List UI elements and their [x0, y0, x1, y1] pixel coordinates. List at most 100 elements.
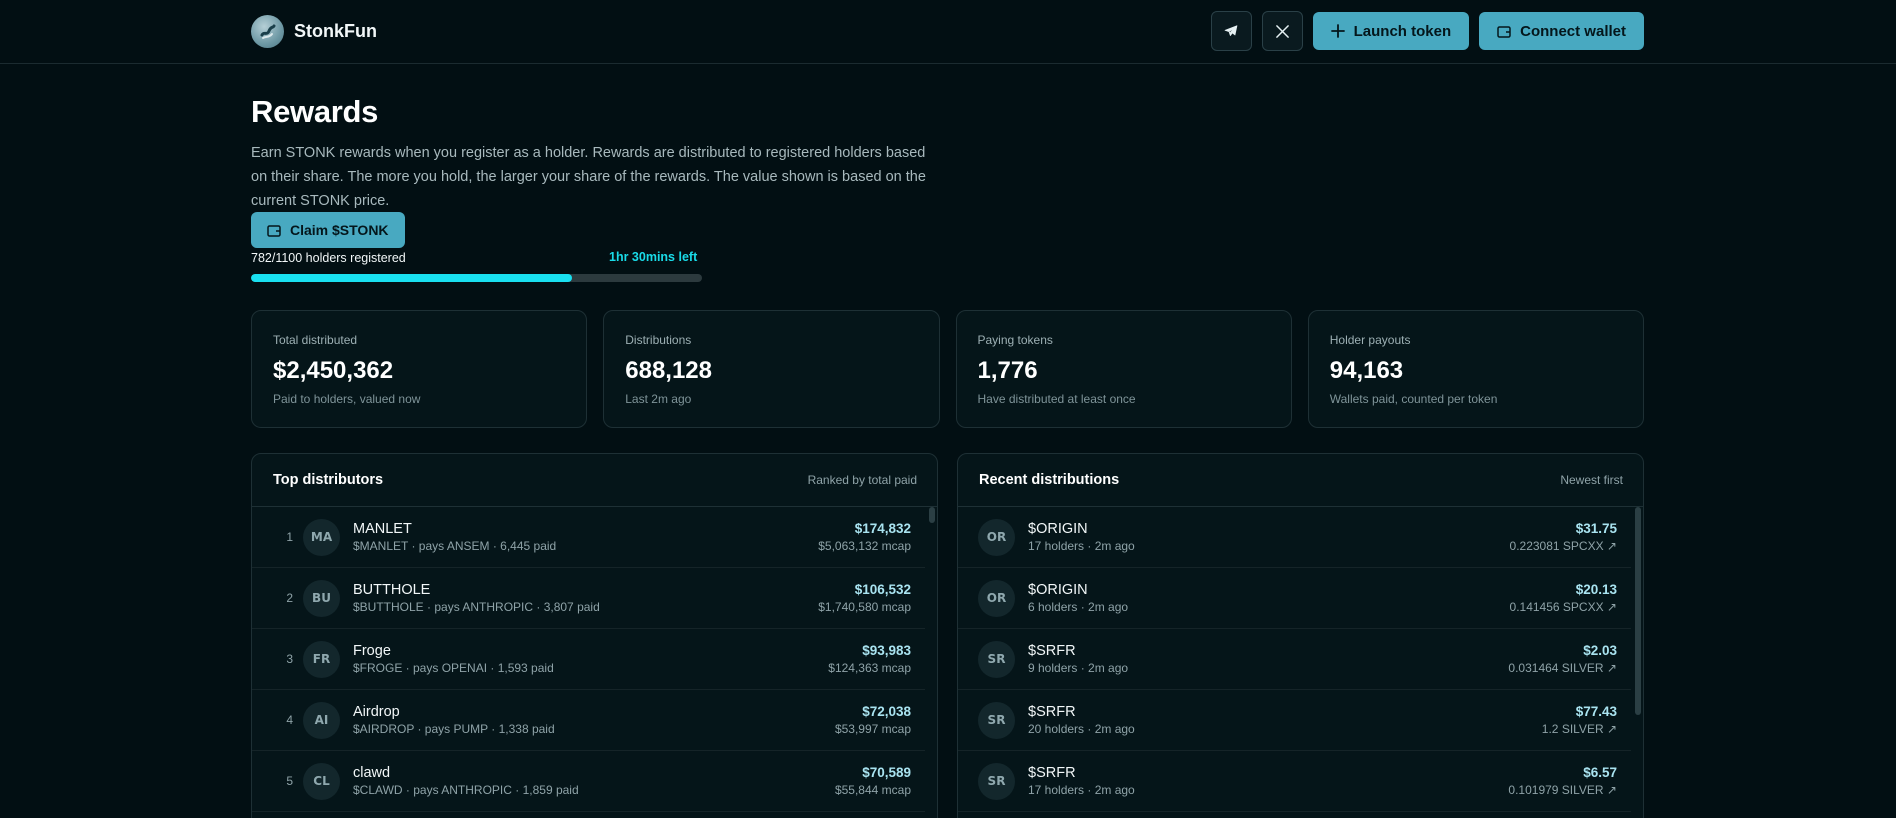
- brand[interactable]: StonkFun: [251, 15, 377, 48]
- market-cap: $5,063,132 mcap: [818, 539, 911, 553]
- stat-value: 688,128: [625, 357, 713, 384]
- total-paid: $174,832: [854, 521, 911, 536]
- distribution-details: 20 holders · 2m ago: [1028, 722, 1135, 736]
- rank: 2: [286, 591, 293, 605]
- distributor-row[interactable]: 2 BU BUTTHOLE $BUTTHOLE · pays ANTHROPIC …: [252, 568, 925, 629]
- top-distributors-panel: Top distributors Ranked by total paid 1 …: [251, 453, 938, 818]
- market-cap: $55,844 mcap: [834, 783, 911, 797]
- token-details: $CLAWD · pays ANTHROPIC · 1,859 paid: [353, 783, 579, 797]
- top-bar: StonkFun Launch token Connect wallet: [0, 0, 1896, 64]
- stonkfun-logo-icon: [251, 15, 284, 48]
- token-avatar: CL: [303, 762, 340, 800]
- token-details: $MANLET · pays ANSEM · 6,445 paid: [353, 539, 557, 553]
- distributor-row[interactable]: 1 MA MANLET $MANLET · pays ANSEM · 6,445 …: [252, 507, 925, 568]
- token-name: BUTTHOLE: [353, 582, 431, 598]
- time-left: 1hr 30mins left: [609, 250, 698, 264]
- scrollbar-thumb[interactable]: [929, 507, 935, 523]
- stats-row: Total distributed $2,450,362 Paid to hol…: [251, 310, 1644, 428]
- scrollbar[interactable]: [1635, 507, 1641, 818]
- payout-amount-link[interactable]: 0.141456 SPCXX ↗: [1510, 600, 1617, 614]
- market-cap: $1,740,580 mcap: [818, 600, 911, 614]
- launch-token-button[interactable]: Launch token: [1312, 12, 1470, 50]
- distribution-value: $6.57: [1583, 765, 1617, 780]
- token-avatar: OR: [978, 579, 1015, 617]
- distribution-value: $20.13: [1575, 582, 1617, 597]
- rank: 3: [286, 652, 293, 666]
- brand-name: StonkFun: [294, 21, 377, 41]
- total-paid: $93,983: [862, 643, 911, 658]
- distribution-row[interactable]: SR $SRFR 20 holders · 2m ago $77.43 1.2 SI…: [958, 690, 1631, 751]
- x-icon: [1275, 24, 1289, 38]
- payout-amount-link[interactable]: 0.101979 SILVER ↗: [1508, 783, 1617, 797]
- connect-wallet-label: Connect wallet: [1520, 22, 1626, 40]
- token-avatar: SR: [978, 762, 1015, 800]
- stat-label: Holder payouts: [1329, 333, 1411, 347]
- stat-value: $2,450,362: [273, 357, 394, 384]
- token-name: Airdrop: [353, 704, 400, 720]
- distribution-row[interactable]: SR $SRFR 9 holders · 2m ago $2.03 0.031464…: [958, 629, 1631, 690]
- rank: 4: [286, 713, 293, 727]
- recent-distributions-panel: Recent distributions Newest first OR $OR…: [957, 453, 1644, 818]
- distribution-row[interactable]: SR $SRFR 17 holders · 2m ago $6.57 0.10197…: [958, 751, 1631, 812]
- distribution-value: $31.75: [1575, 521, 1617, 536]
- token-avatar: SR: [978, 701, 1015, 739]
- telegram-button[interactable]: [1210, 11, 1252, 51]
- recent-distributions-list[interactable]: OR $ORIGIN 17 holders · 2m ago $31.75 0.22…: [958, 507, 1643, 818]
- token-ticker: $SRFR: [1028, 765, 1076, 781]
- claim-stonk-label: Claim $STONK: [290, 222, 389, 238]
- total-paid: $70,589: [862, 765, 911, 780]
- telegram-icon: [1224, 25, 1238, 36]
- scrollbar[interactable]: [929, 507, 935, 818]
- token-avatar: BU: [303, 579, 340, 617]
- distribution-details: 9 holders · 2m ago: [1028, 661, 1129, 675]
- distributor-row[interactable]: 5 CL clawd $CLAWD · pays ANTHROPIC · 1,85…: [252, 751, 925, 812]
- stat-label: Paying tokens: [977, 333, 1053, 347]
- total-paid: $106,532: [854, 582, 911, 597]
- distribution-row[interactable]: OR $ORIGIN 6 holders · 2m ago $20.13 0.141…: [958, 568, 1631, 629]
- token-ticker: $SRFR: [1028, 643, 1076, 659]
- plus-icon: [1330, 24, 1345, 38]
- registration-progress-bar: [251, 274, 702, 282]
- stat-sub: Have distributed at least once: [977, 392, 1136, 406]
- token-name: clawd: [353, 765, 391, 781]
- stat-value: 94,163: [1329, 357, 1404, 384]
- connect-wallet-button[interactable]: Connect wallet: [1479, 12, 1644, 50]
- stat-label: Distributions: [625, 333, 692, 347]
- holders-registered: 782/1100 holders registered: [251, 251, 406, 265]
- payout-amount-link[interactable]: 0.223081 SPCXX ↗: [1510, 539, 1617, 553]
- distribution-row[interactable]: OR $ORIGIN 17 holders · 2m ago $31.75 0.22…: [958, 507, 1631, 568]
- stat-sub: Wallets paid, counted per token: [1329, 392, 1498, 406]
- distribution-value: $77.43: [1575, 704, 1617, 719]
- panel-note: Newest first: [1560, 473, 1623, 487]
- token-avatar: SR: [978, 640, 1015, 678]
- stat-card-holder-payouts: Holder payouts 94,163 Wallets paid, coun…: [1307, 310, 1644, 428]
- token-avatar: OR: [978, 518, 1015, 556]
- distribution-value: $2.03: [1583, 643, 1617, 658]
- panel-note: Ranked by total paid: [807, 473, 917, 487]
- token-ticker: $SRFR: [1028, 704, 1076, 720]
- market-cap: $124,363 mcap: [828, 661, 911, 675]
- market-cap: $53,997 mcap: [834, 722, 911, 736]
- token-details: $AIRDROP · pays PUMP · 1,338 paid: [353, 722, 555, 736]
- stat-card-distributions: Distributions 688,128 Last 2m ago: [603, 310, 940, 428]
- distributor-row[interactable]: 3 FR Froge $FROGE · pays OPENAI · 1,593 p…: [252, 629, 925, 690]
- stat-label: Total distributed: [273, 333, 358, 347]
- top-distributors-list[interactable]: 1 MA MANLET $MANLET · pays ANSEM · 6,445 …: [252, 507, 937, 818]
- stat-card-paying-tokens: Paying tokens 1,776 Have distributed at …: [955, 310, 1292, 428]
- token-name: Froge: [353, 643, 391, 659]
- token-avatar: MA: [303, 518, 340, 556]
- x-button[interactable]: [1261, 11, 1303, 51]
- page-title: Rewards: [251, 94, 379, 129]
- token-name: MANLET: [353, 521, 412, 537]
- payout-amount-link[interactable]: 0.031464 SILVER ↗: [1508, 661, 1617, 675]
- claim-stonk-button[interactable]: Claim $STONK: [251, 212, 405, 248]
- token-avatar: FR: [303, 640, 340, 678]
- stat-sub: Last 2m ago: [625, 392, 692, 406]
- distributor-row[interactable]: 4 AI Airdrop $AIRDROP · pays PUMP · 1,338…: [252, 690, 925, 751]
- distribution-details: 6 holders · 2m ago: [1028, 600, 1129, 614]
- scrollbar-thumb[interactable]: [1635, 507, 1641, 715]
- stat-value: 1,776: [977, 357, 1038, 384]
- registration-progress-fill: [251, 274, 572, 282]
- rank: 1: [286, 530, 293, 544]
- payout-amount-link[interactable]: 1.2 SILVER ↗: [1542, 722, 1617, 736]
